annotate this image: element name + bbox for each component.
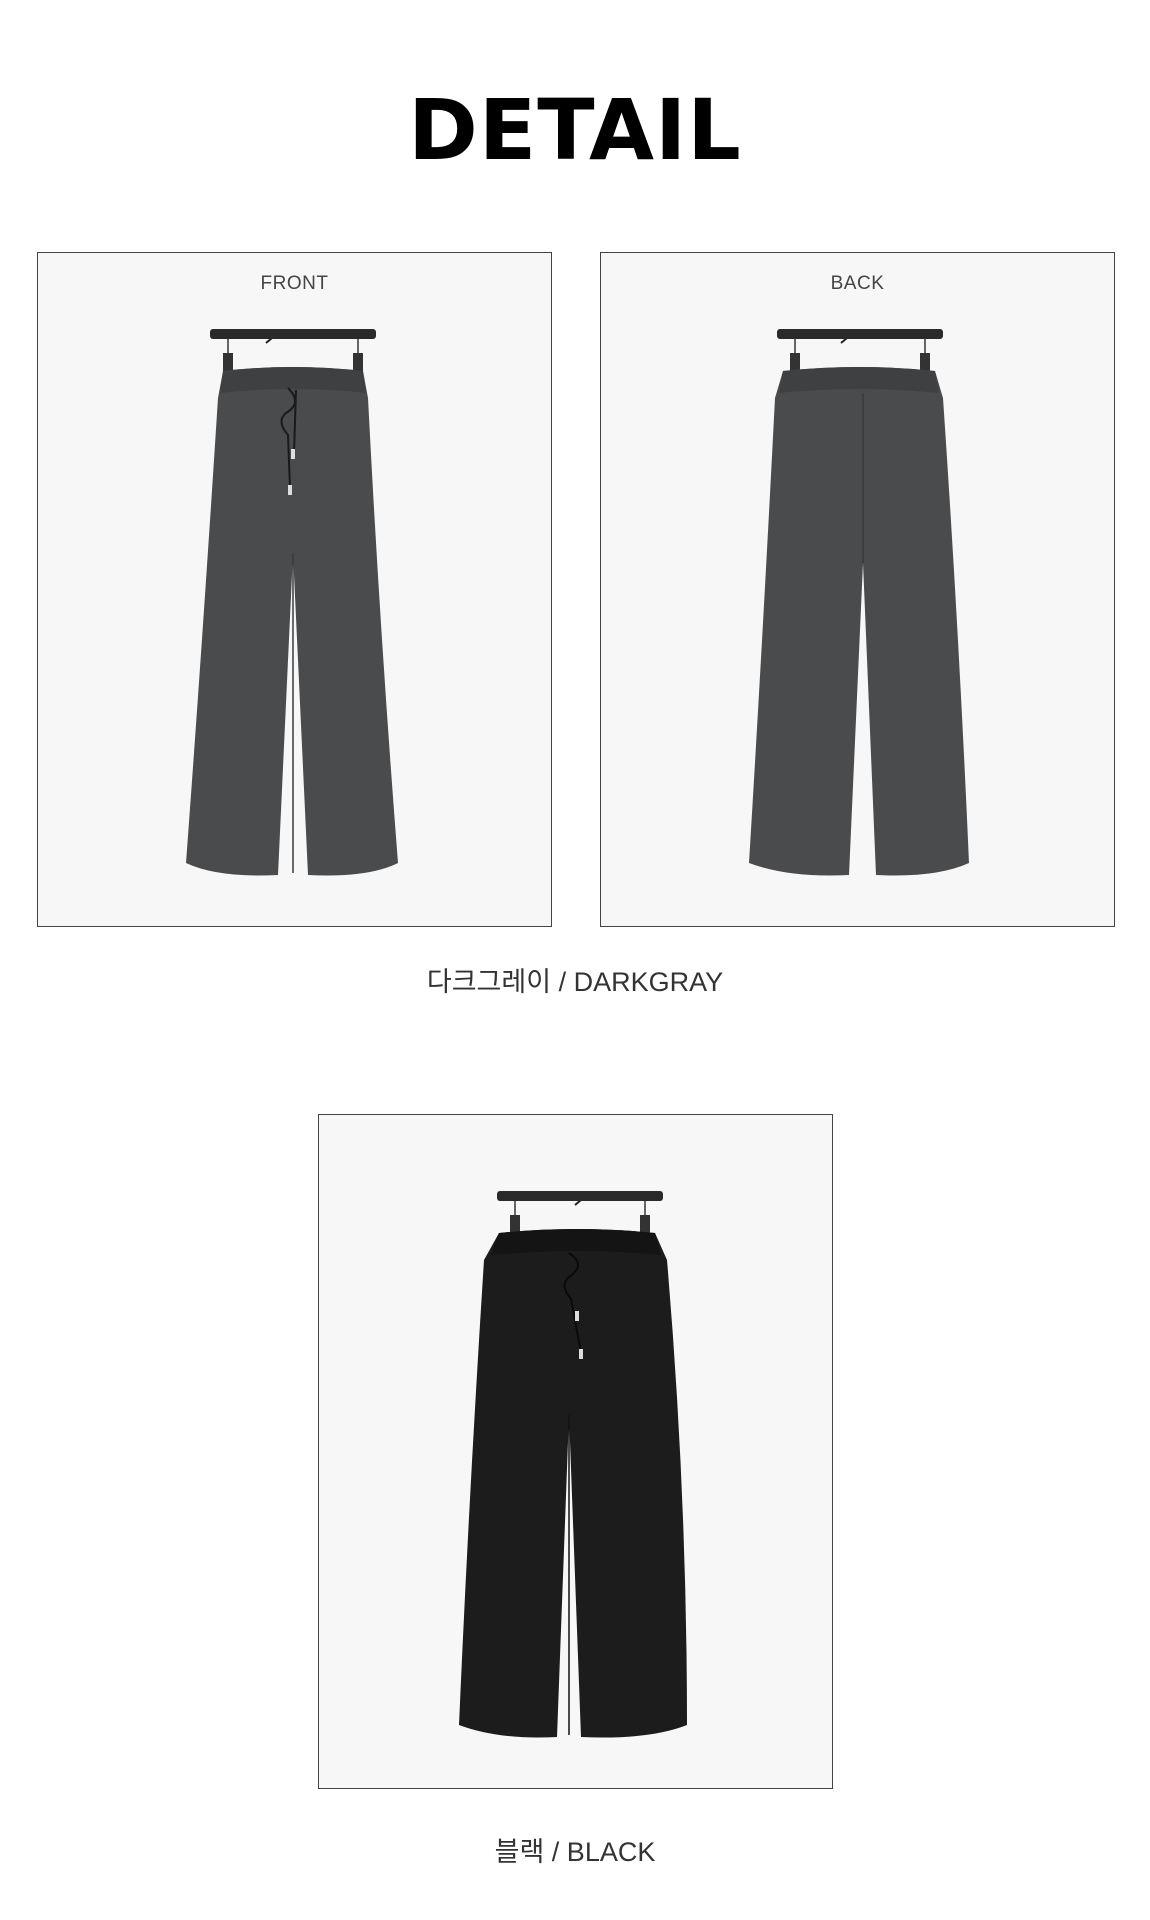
photo-darkgray-back: BACK <box>600 252 1115 927</box>
pants-back-illustration <box>601 253 1114 926</box>
pants-front-illustration <box>38 253 551 926</box>
pants-black-illustration <box>319 1115 832 1788</box>
page-title: DETAIL <box>408 81 742 179</box>
front-label: FRONT <box>260 273 329 294</box>
photo-black-front <box>318 1114 833 1789</box>
back-label: BACK <box>830 273 885 294</box>
photo-darkgray-front: FRONT <box>37 252 552 927</box>
color-caption-darkgray: 다크그레이 / DARKGRAY <box>426 967 724 997</box>
color-caption-black: 블랙 / BLACK <box>494 1837 656 1867</box>
